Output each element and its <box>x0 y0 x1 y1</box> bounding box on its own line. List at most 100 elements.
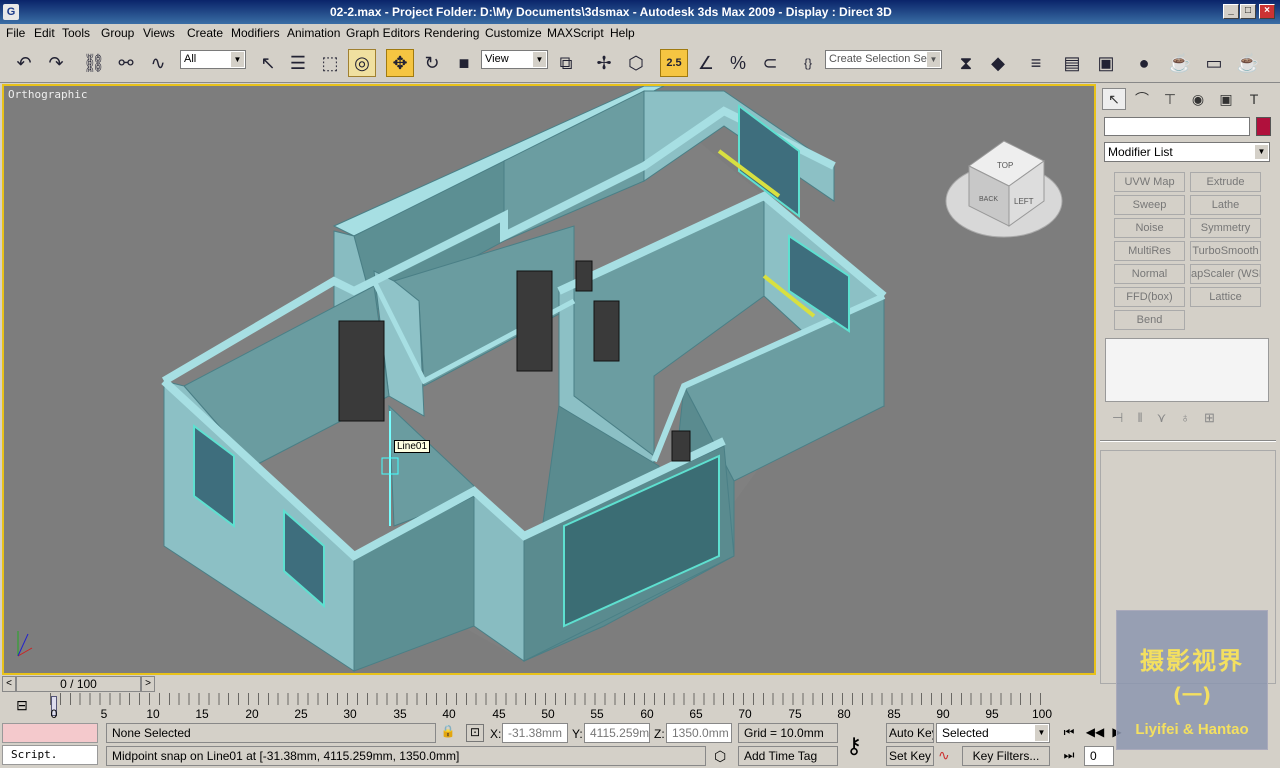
create-tab-icon[interactable]: ↖ <box>1102 88 1126 110</box>
modifier-list-dropdown[interactable]: Modifier List ▼ <box>1104 142 1270 162</box>
uvw-map-button[interactable]: UVW Map <box>1114 172 1185 192</box>
edit-named-selection-icon[interactable]: {} <box>794 49 822 77</box>
menu-graph-editors[interactable]: Graph Editors <box>346 26 420 40</box>
menu-rendering[interactable]: Rendering <box>424 26 479 40</box>
mini-curve-editor-icon[interactable]: ⊟ <box>10 697 34 717</box>
selection-filter-dropdown[interactable]: All ▼ <box>180 50 246 69</box>
auto-key-button[interactable]: Auto Key <box>886 723 934 743</box>
menu-group[interactable]: Group <box>101 26 134 40</box>
z-coordinate-field[interactable]: 1350.0mm <box>666 723 732 743</box>
menu-file[interactable]: File <box>6 26 25 40</box>
y-coordinate-field[interactable]: 4115.259m <box>584 723 650 743</box>
menu-edit[interactable]: Edit <box>34 26 55 40</box>
mapscaler-button[interactable]: apScaler (WSM <box>1190 264 1261 284</box>
layer-manager-icon[interactable]: ≡ <box>1022 49 1050 77</box>
maxscript-listener-pink[interactable] <box>2 723 98 743</box>
go-to-start-icon[interactable]: ⏮ <box>1058 725 1080 740</box>
select-object-icon[interactable]: ↖ <box>254 49 282 77</box>
hierarchy-tab-icon[interactable]: ⊤ <box>1158 88 1182 110</box>
object-name-field[interactable] <box>1104 117 1250 136</box>
unlink-icon[interactable]: ⚯ <box>112 49 140 77</box>
rendered-frame-window-icon[interactable]: ▭ <box>1200 49 1228 77</box>
modifier-stack[interactable] <box>1105 338 1269 402</box>
spinner-snap-icon[interactable]: ⊂ <box>756 49 784 77</box>
turbosmooth-button[interactable]: TurboSmooth <box>1190 241 1261 261</box>
minimize-button[interactable]: _ <box>1223 4 1239 19</box>
prev-frame-button[interactable]: < <box>2 676 16 692</box>
track-bar[interactable]: ⊟ 0 5 10 15 20 25 30 35 40 45 50 55 60 6… <box>0 693 1098 721</box>
menu-views[interactable]: Views <box>143 26 175 40</box>
select-manipulate-icon[interactable]: ✢ <box>590 49 618 77</box>
menu-create[interactable]: Create <box>187 26 223 40</box>
key-filters-button[interactable]: Key Filters... <box>962 746 1050 766</box>
lock-icon[interactable]: 🔒 <box>440 724 456 742</box>
close-button[interactable]: × <box>1259 4 1275 19</box>
keyboard-shortcut-override-icon[interactable]: ⬡ <box>622 49 650 77</box>
multires-button[interactable]: MultiRes <box>1114 241 1185 261</box>
noise-button[interactable]: Noise <box>1114 218 1185 238</box>
show-end-result-icon[interactable]: ‖ <box>1137 410 1156 425</box>
previous-frame-icon[interactable]: ◀◀ <box>1084 725 1106 739</box>
select-scale-icon[interactable]: ■ <box>450 49 478 77</box>
remove-modifier-icon[interactable]: ♁ <box>1180 410 1204 425</box>
menu-animation[interactable]: Animation <box>287 26 340 40</box>
material-editor-icon[interactable]: ● <box>1130 49 1158 77</box>
pin-stack-icon[interactable]: ⊣ <box>1112 410 1137 425</box>
select-move-icon[interactable]: ✥ <box>386 49 414 77</box>
viewport-orthographic[interactable]: Orthographic TOP BACK LEFT Line01 <box>2 84 1096 675</box>
bend-button[interactable]: Bend <box>1114 310 1185 330</box>
lathe-button[interactable]: Lathe <box>1190 195 1261 215</box>
redo-icon[interactable]: ↷ <box>42 49 70 77</box>
make-unique-icon[interactable]: ⋎ <box>1157 410 1181 425</box>
add-time-tag-button[interactable]: Add Time Tag <box>738 746 838 766</box>
undo-icon[interactable]: ↶ <box>10 49 38 77</box>
snaps-toggle-icon[interactable]: 2.5 <box>660 49 688 77</box>
align-icon[interactable]: ◆ <box>984 49 1012 77</box>
modify-tab-icon[interactable]: ⌒ <box>1130 88 1154 110</box>
percent-snap-icon[interactable]: % <box>724 49 752 77</box>
key-mode-dropdown[interactable]: Selected ▼ <box>936 723 1050 743</box>
mirror-icon[interactable]: ⧗ <box>952 49 980 77</box>
maximize-button[interactable]: □ <box>1240 4 1256 19</box>
motion-tab-icon[interactable]: ◉ <box>1186 88 1210 110</box>
curve-icon[interactable]: ∿ <box>938 747 950 764</box>
menu-modifiers[interactable]: Modifiers <box>231 26 280 40</box>
named-selection-dropdown[interactable]: Create Selection Set ▼ <box>825 50 942 69</box>
app-icon[interactable]: G <box>3 4 19 20</box>
reference-coordinate-dropdown[interactable]: View ▼ <box>481 50 548 69</box>
schematic-view-icon[interactable]: ▣ <box>1092 49 1120 77</box>
sweep-button[interactable]: Sweep <box>1114 195 1185 215</box>
display-tab-icon[interactable]: ▣ <box>1214 88 1238 110</box>
maxscript-listener-input[interactable]: Script. <box>2 745 98 765</box>
render-setup-icon[interactable]: ☕ <box>1166 49 1194 77</box>
use-pivot-center-icon[interactable]: ⧉ <box>552 49 580 77</box>
key-icon[interactable]: ⚷ <box>846 733 862 759</box>
window-crossing-icon[interactable]: ◎ <box>348 49 376 77</box>
time-tag-icon[interactable]: ⬡ <box>714 748 726 765</box>
menu-maxscript[interactable]: MAXScript <box>547 26 604 40</box>
normal-button[interactable]: Normal <box>1114 264 1185 284</box>
ffd-box-button[interactable]: FFD(box) <box>1114 287 1185 307</box>
select-by-name-icon[interactable]: ☰ <box>284 49 312 77</box>
menu-help[interactable]: Help <box>610 26 635 40</box>
rectangle-selection-icon[interactable]: ⬚ <box>316 49 344 77</box>
quick-render-icon[interactable]: ☕ <box>1234 49 1262 77</box>
select-rotate-icon[interactable]: ↻ <box>418 49 446 77</box>
bind-space-warp-icon[interactable]: ∿ <box>144 49 172 77</box>
curve-editor-icon[interactable]: ▤ <box>1058 49 1086 77</box>
time-slider[interactable]: 0 / 100 <box>16 676 141 692</box>
x-coordinate-field[interactable]: -31.38mm <box>502 723 568 743</box>
symmetry-button[interactable]: Symmetry <box>1190 218 1261 238</box>
configure-sets-icon[interactable]: ⊞ <box>1204 410 1229 425</box>
select-link-icon[interactable]: ⛓ <box>80 49 108 77</box>
extrude-button[interactable]: Extrude <box>1190 172 1261 192</box>
next-frame-button[interactable]: > <box>141 676 155 692</box>
menu-customize[interactable]: Customize <box>485 26 542 40</box>
object-color-swatch[interactable] <box>1256 117 1271 136</box>
set-key-button[interactable]: Set Key <box>886 746 934 766</box>
absolute-mode-icon[interactable]: ⊡ <box>466 724 484 742</box>
current-frame-field[interactable]: 0 <box>1084 746 1114 766</box>
menu-tools[interactable]: Tools <box>62 26 90 40</box>
lattice-button[interactable]: Lattice <box>1190 287 1261 307</box>
angle-snap-icon[interactable]: ∠ <box>692 49 720 77</box>
